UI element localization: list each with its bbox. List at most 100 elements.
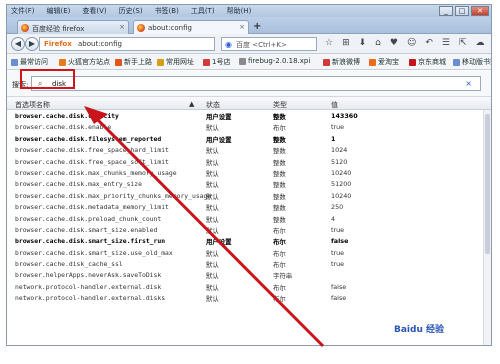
column-value[interactable]: 值 (331, 100, 338, 110)
pref-status: 默认 (206, 295, 219, 304)
screenshot-icon[interactable]: ⇱ (459, 38, 467, 48)
menu-items: 文件(F) 编辑(E) 查看(V) 历史(S) 书签(B) 工具(T) 帮助(H) (11, 6, 251, 16)
tab-about-config[interactable]: about:config × (133, 20, 249, 34)
table-scrollbar[interactable] (483, 110, 491, 345)
bookmark-item[interactable]: 京东商城 (409, 57, 446, 67)
bookmark-icon (453, 58, 460, 66)
pref-name: network.protocol-handler.external.disk (15, 282, 162, 291)
filter-input[interactable]: ⌕ disk × (31, 76, 481, 91)
bookmark-label: 爱淘宝 (378, 58, 399, 66)
bookmark-icon (157, 58, 164, 66)
tab-close-icon[interactable]: × (119, 23, 125, 31)
pref-name: browser.cache.disk.max_chunks_memory_usa… (15, 168, 177, 177)
browser-window: 文件(F) 编辑(E) 查看(V) 历史(S) 书签(B) 工具(T) 帮助(H) _ □ … (6, 4, 492, 346)
pref-type: 布尔 (273, 238, 286, 247)
tab-label: 百度经验 firefox (32, 25, 85, 33)
pref-type: 布尔 (273, 249, 286, 258)
preferences-table: browser.cache.disk.capacity 用户设置 整数 143360 b… (7, 110, 491, 304)
bookmark-item[interactable]: 爱淘宝 (369, 57, 399, 67)
table-row[interactable]: browser.cache.disk.capacity 用户设置 整数 143360 (7, 110, 491, 121)
pref-type: 整数 (273, 204, 286, 213)
pref-value: true (331, 225, 345, 234)
heart-icon[interactable]: ♥ (390, 38, 398, 48)
bookmark-item[interactable]: 最常访问 (11, 57, 48, 67)
bookmark-item[interactable]: 新手上路 (115, 57, 152, 67)
menu-icon[interactable]: ☰ (442, 38, 450, 48)
menu-item[interactable]: 文件(F) (11, 6, 35, 16)
cloud-icon[interactable]: ☁ (476, 38, 485, 48)
search-bar[interactable]: ◉ 百度 <Ctrl+K> (221, 37, 317, 51)
table-row[interactable]: browser.cache.disk_cache_ssl 默认 布尔 true (7, 258, 491, 269)
download-icon[interactable]: ⬇ (359, 38, 367, 48)
pref-value: false (331, 282, 347, 291)
bookmark-item[interactable]: firebug-2.0.18.xpi (239, 57, 310, 65)
tab-baidu[interactable]: 百度经验 firefox × (17, 20, 129, 34)
pref-value: true (331, 260, 345, 269)
bookmark-icon (115, 58, 122, 66)
pref-name: network.protocol-handler.external.disks (15, 294, 166, 303)
column-type[interactable]: 类型 (273, 100, 287, 110)
pref-type: 整数 (273, 192, 286, 201)
table-row[interactable]: browser.cache.disk.smart_size.use_old_ma… (7, 247, 491, 258)
bookmark-item[interactable]: 火狐官方站点 (59, 57, 110, 67)
table-row[interactable]: browser.helperApps.neverAsk.saveToDisk 默认… (7, 269, 491, 280)
annotation-highlight-box (20, 69, 75, 89)
new-tab-button[interactable]: + (253, 21, 261, 32)
bookmark-icon (203, 58, 210, 66)
bookmark-icon (59, 58, 66, 66)
forward-button[interactable]: ▶ (25, 37, 39, 51)
column-status[interactable]: 状态 (206, 100, 220, 110)
pref-status: 默认 (206, 215, 219, 224)
table-row[interactable]: browser.cache.disk.enable 默认 布尔 true (7, 121, 491, 132)
table-row[interactable]: browser.cache.disk.free_space_hard_limit… (7, 144, 491, 155)
menu-item[interactable]: 书签(B) (155, 6, 179, 16)
bookmark-label: 1号店 (212, 58, 231, 66)
scrollbar-thumb[interactable] (485, 114, 490, 254)
maximize-button[interactable]: □ (455, 6, 469, 16)
menu-item[interactable]: 查看(V) (82, 6, 106, 16)
pref-name: browser.cache.disk.capacity (15, 112, 119, 120)
table-row[interactable]: browser.cache.disk.filesystem_reported 用户… (7, 133, 491, 144)
pref-value: 10240 (331, 191, 352, 200)
menu-item[interactable]: 帮助(H) (227, 6, 252, 16)
table-row[interactable]: browser.cache.disk.preload_chunk_count 默认… (7, 213, 491, 224)
firefox-icon (21, 24, 29, 32)
back-button[interactable]: ◀ (11, 37, 25, 51)
table-row[interactable]: browser.cache.disk.metadata_memory_limit… (7, 201, 491, 212)
menu-item[interactable]: 编辑(E) (47, 6, 71, 16)
bookmark-item[interactable]: 常用网址 (157, 57, 194, 67)
table-row[interactable]: network.protocol-handler.external.disk 默认… (7, 281, 491, 292)
column-name[interactable]: 首选项名称 (15, 100, 50, 110)
table-row[interactable]: network.protocol-handler.external.disks 默… (7, 292, 491, 303)
pref-name: browser.cache.disk.free_space_soft_limit (15, 157, 169, 166)
table-row[interactable]: browser.cache.disk.max_chunks_memory_usa… (7, 167, 491, 178)
bookmark-item[interactable]: 新浪微博 (323, 57, 360, 67)
tab-close-icon[interactable]: × (239, 23, 245, 31)
pref-value: 4 (331, 214, 336, 223)
table-row[interactable]: browser.cache.disk.free_space_soft_limit… (7, 156, 491, 167)
bookmark-icon (323, 58, 330, 66)
pref-status: 用户设置 (206, 238, 232, 247)
user-icon[interactable]: ☺ (407, 38, 416, 48)
bookmark-item[interactable]: 移动版书签 (453, 57, 491, 67)
minimize-button[interactable]: _ (439, 6, 453, 16)
bookmark-star-icon[interactable]: ☆ (325, 38, 333, 48)
address-bar[interactable]: Firefox about:config (39, 37, 215, 51)
menu-item[interactable]: 工具(T) (191, 6, 215, 16)
undo-icon[interactable]: ↶ (425, 38, 433, 48)
table-row[interactable]: browser.cache.disk.smart_size.enabled 默认 布… (7, 224, 491, 235)
close-window-button[interactable]: ✕ (471, 6, 489, 16)
table-row[interactable]: browser.cache.disk.max_priority_chunks_m… (7, 190, 491, 201)
bookmark-icon (369, 58, 376, 66)
pref-name: browser.helperApps.neverAsk.saveToDisk (15, 271, 162, 280)
menu-item[interactable]: 历史(S) (119, 6, 143, 16)
table-header: 首选项名称 ▲ 状态 类型 值 (7, 97, 491, 110)
pref-name: browser.cache.disk.metadata_memory_limit (15, 203, 169, 212)
watermark: Baidu 经验 (392, 322, 447, 335)
table-row[interactable]: browser.cache.disk.max_entry_size 默认 整数 512… (7, 178, 491, 189)
bookmark-item[interactable]: 1号店 (203, 57, 230, 67)
home-icon[interactable]: ⌂ (375, 38, 381, 48)
table-row[interactable]: browser.cache.disk.smart_size.first_run 用… (7, 235, 491, 246)
bookmarks-menu-icon[interactable]: ⊞ (342, 38, 350, 48)
clear-filter-icon[interactable]: × (465, 79, 472, 88)
